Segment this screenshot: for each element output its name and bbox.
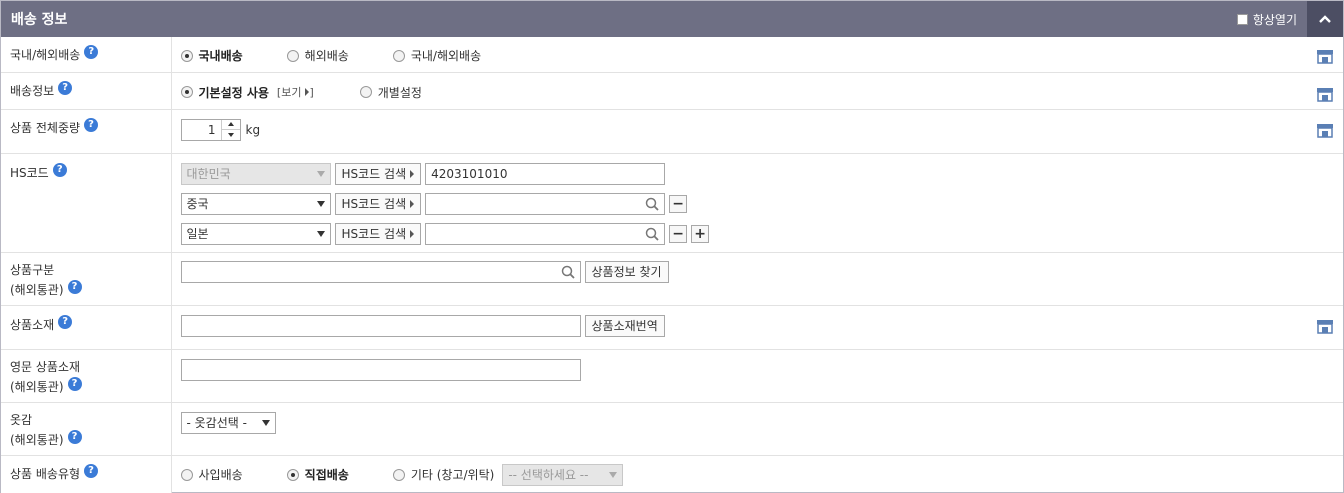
store-icon[interactable]: [1316, 49, 1334, 64]
row-shipping-info: 배송정보? 기본설정 사용 [보기] 개별설정: [1, 72, 1343, 110]
shipping-info-label: 배송정보: [10, 83, 55, 98]
row-fabric: 옷감 (해외통관)? - 옷감선택 -: [1, 402, 1343, 456]
row-material-en: 영문 상품소재 (해외통관)?: [1, 349, 1343, 403]
delivery-type-label: 상품 배송유형: [10, 466, 81, 481]
hs-code-search-button[interactable]: HS코드 검색: [334, 222, 422, 245]
remove-row-button[interactable]: −: [669, 224, 688, 243]
weight-label: 상품 전체중량: [10, 120, 81, 135]
help-icon[interactable]: ?: [52, 162, 67, 177]
collapse-button[interactable]: [1307, 1, 1343, 37]
radio-other-delivery[interactable]: 기타 (창고/위탁): [392, 466, 494, 483]
weight-unit: kg: [245, 122, 261, 137]
delivery-other-select[interactable]: -- 선택하세요 --: [502, 463, 624, 486]
help-icon[interactable]: ?: [58, 314, 73, 329]
search-icon[interactable]: [561, 265, 575, 279]
store-icon[interactable]: [1316, 319, 1334, 334]
radio-custom-setting[interactable]: 개별설정: [359, 84, 422, 101]
help-icon[interactable]: ?: [58, 80, 73, 95]
stepper-up-button[interactable]: [221, 120, 240, 130]
material-input[interactable]: [180, 314, 581, 337]
always-open-checkbox[interactable]: [1236, 13, 1248, 25]
country-select[interactable]: 일본: [180, 222, 331, 245]
product-category-sublabel: (해외통관): [10, 282, 64, 297]
view-link[interactable]: [보기]: [277, 84, 314, 100]
radio-overseas[interactable]: 해외배송: [286, 47, 349, 64]
weight-value: 1: [207, 122, 216, 137]
shipping-form-table: 국내/해외배송? 국내배송 해외배송 국내/해외배송 배송정보? 기본설정 사용…: [1, 37, 1343, 493]
country-select[interactable]: 대한민국: [180, 162, 331, 185]
row-delivery-type: 상품 배송유형? 사입배송 직접배송 기타 (창고/위탁) -- 선택하세요 -…: [1, 455, 1343, 493]
search-icon[interactable]: [645, 197, 659, 211]
hs-code-search-button[interactable]: HS코드 검색: [334, 192, 422, 215]
material-en-input[interactable]: [180, 358, 581, 381]
product-category-label: 상품구분: [10, 262, 55, 277]
translate-material-button[interactable]: 상품소재번역: [584, 314, 665, 337]
radio-domestic[interactable]: 국내배송: [180, 47, 243, 64]
row-shipping-scope: 국내/해외배송? 국내배송 해외배송 국내/해외배송: [1, 37, 1343, 73]
hs-code-input[interactable]: [425, 192, 666, 215]
add-row-button[interactable]: +: [691, 224, 710, 243]
radio-direct-delivery[interactable]: 직접배송: [286, 466, 349, 483]
material-label: 상품소재: [10, 317, 55, 332]
panel-header: 배송 정보 항상열기: [1, 1, 1343, 37]
row-hs-code: HS코드? 대한민국 HS코드 검색 4203101010 중국 HS코드 검색…: [1, 153, 1344, 253]
row-product-category: 상품구분 (해외통관)? 상품정보 찾기: [1, 252, 1343, 306]
row-material: 상품소재? 상품소재번역: [1, 305, 1343, 350]
help-icon[interactable]: ?: [67, 429, 82, 444]
hs-code-search-button[interactable]: HS코드 검색: [334, 162, 422, 185]
weight-stepper[interactable]: 1: [180, 118, 241, 141]
help-icon[interactable]: ?: [84, 117, 99, 132]
find-product-info-button[interactable]: 상품정보 찾기: [584, 260, 669, 283]
row-weight: 상품 전체중량? 1 kg: [1, 109, 1343, 154]
always-open-label: 항상열기: [1252, 12, 1297, 27]
product-category-input[interactable]: [180, 260, 581, 283]
help-icon[interactable]: ?: [67, 279, 82, 294]
help-icon[interactable]: ?: [67, 376, 82, 391]
always-open-toggle[interactable]: 항상열기: [1236, 11, 1297, 28]
shipping-scope-label: 국내/해외배송: [10, 48, 81, 62]
help-icon[interactable]: ?: [84, 45, 99, 59]
radio-default-setting[interactable]: 기본설정 사용: [180, 84, 269, 101]
hs-code-label: HS코드: [10, 165, 49, 180]
radio-domestic-overseas[interactable]: 국내/해외배송: [392, 47, 481, 64]
store-icon[interactable]: [1316, 123, 1334, 138]
fabric-label: 옷감: [10, 412, 33, 427]
hs-code-row: 중국 HS코드 검색 −: [180, 192, 1344, 215]
radio-purchase-delivery[interactable]: 사입배송: [180, 466, 243, 483]
panel-title: 배송 정보: [11, 12, 68, 28]
shipping-info-panel: 배송 정보 항상열기 국내/해외배송? 국내배송 해외배송 국내/해외배송 배송…: [0, 0, 1344, 493]
material-en-label: 영문 상품소재: [10, 359, 81, 374]
store-icon[interactable]: [1316, 87, 1334, 102]
country-select[interactable]: 중국: [180, 192, 331, 215]
help-icon[interactable]: ?: [84, 463, 99, 478]
search-icon[interactable]: [645, 227, 659, 241]
fabric-sublabel: (해외통관): [10, 432, 64, 447]
hs-code-row: 대한민국 HS코드 검색 4203101010: [180, 162, 1344, 185]
hs-code-input[interactable]: 4203101010: [425, 162, 666, 185]
remove-row-button[interactable]: −: [669, 194, 688, 213]
material-en-sublabel: (해외통관): [10, 379, 64, 394]
chevron-up-icon: [1319, 15, 1331, 23]
hs-code-input[interactable]: [425, 222, 666, 245]
fabric-select[interactable]: - 옷감선택 -: [180, 411, 276, 434]
stepper-down-button[interactable]: [222, 130, 240, 140]
hs-code-row: 일본 HS코드 검색 − +: [180, 222, 1344, 245]
